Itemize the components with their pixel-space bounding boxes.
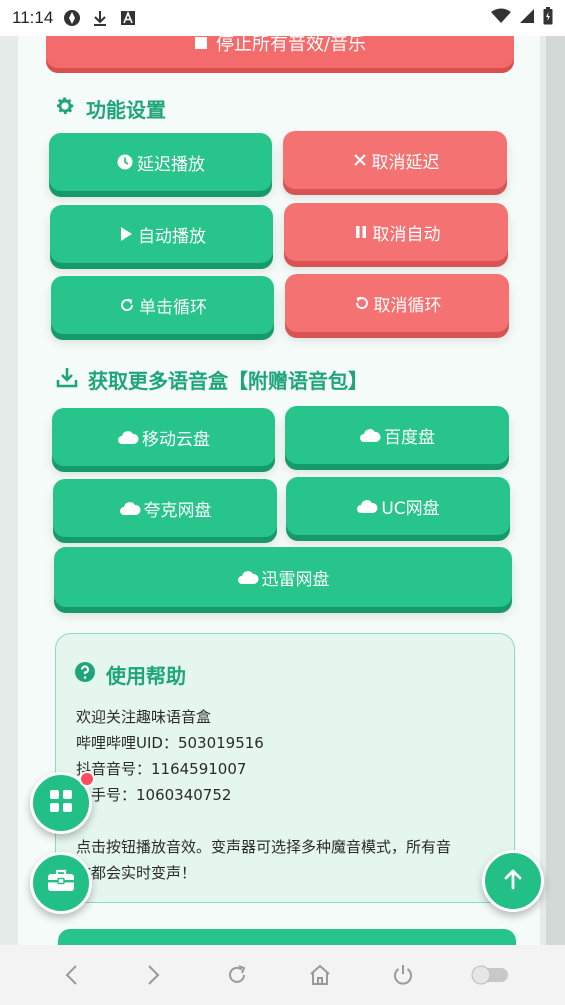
- toolbox-icon: [47, 869, 75, 897]
- download-status-icon: [91, 9, 109, 27]
- redo-icon: [118, 296, 136, 314]
- battery-icon: [543, 7, 553, 29]
- arrow-up-icon: [501, 867, 525, 895]
- home-button[interactable]: [304, 959, 336, 991]
- more-section-title: 获取更多语音盒【附赠语音包】: [56, 365, 368, 394]
- forward-button[interactable]: [138, 959, 170, 991]
- cloud-icon: [117, 428, 139, 446]
- cloud-icon: [119, 499, 141, 517]
- scroll-rail: [546, 36, 565, 945]
- signal-icon: [519, 8, 535, 28]
- uc-pan-button[interactable]: UC网盘: [286, 477, 510, 535]
- help-line: 抖音音号：1164591007: [76, 760, 247, 778]
- help-line: 效都会实时变声！: [76, 864, 197, 882]
- content-panel: 停止所有音效/音乐 功能设置 延迟播放 取消延迟 自动播放 取消自动 单击循环 …: [18, 36, 540, 945]
- quark-pan-button[interactable]: 夸克网盘: [53, 479, 277, 537]
- stop-icon: [194, 36, 208, 50]
- toggle-switch[interactable]: [470, 959, 510, 991]
- power-button[interactable]: [387, 959, 419, 991]
- stop-all-button[interactable]: 停止所有音效/音乐: [46, 36, 514, 68]
- scroll-top-fab[interactable]: [482, 850, 544, 912]
- delay-play-button[interactable]: 延迟播放: [49, 133, 272, 191]
- grid-icon: [48, 788, 74, 818]
- close-icon: [351, 151, 369, 169]
- help-line: 哔哩哔哩UID：503019516: [76, 734, 264, 752]
- gear-icon: [54, 95, 76, 122]
- toolbox-fab[interactable]: [30, 852, 92, 914]
- stop-all-label: 停止所有音效/音乐: [215, 36, 367, 55]
- app-status-icon: [63, 9, 81, 27]
- single-loop-button[interactable]: 单击循环: [51, 276, 274, 334]
- func-section-title: 功能设置: [54, 94, 166, 123]
- cancel-loop-button[interactable]: 取消循环: [285, 274, 509, 332]
- help-card: 使用帮助 欢迎关注趣味语音盒 哔哩哔哩UID：503019516 抖音音号：11…: [55, 633, 515, 903]
- help-title: 使用帮助: [74, 660, 186, 689]
- wifi-icon: [491, 8, 511, 28]
- help-line: 点击按钮播放音效。变声器可选择多种魔音模式，所有音: [76, 838, 452, 856]
- notification-badge: [79, 771, 95, 787]
- status-time: 11:14: [12, 8, 54, 27]
- browser-nav-bar: [0, 945, 565, 1005]
- cancel-delay-button[interactable]: 取消延迟: [283, 131, 507, 189]
- baidu-pan-button[interactable]: 百度盘: [285, 406, 509, 464]
- bottom-green-button[interactable]: [58, 929, 516, 945]
- cloud-icon: [356, 497, 378, 515]
- back-button[interactable]: [55, 959, 87, 991]
- clock-icon: [116, 153, 134, 171]
- help-line: 欢迎关注趣味语音盒: [76, 708, 212, 726]
- download-icon: [56, 366, 78, 393]
- help-line: 快手号：1060340752: [76, 786, 232, 804]
- cloud-icon: [237, 568, 259, 586]
- undo-icon: [353, 294, 371, 312]
- pause-icon: [352, 223, 370, 241]
- font-status-icon: [119, 9, 137, 27]
- play-icon: [117, 225, 135, 243]
- mobile-cloud-button[interactable]: 移动云盘: [52, 408, 275, 466]
- xunlei-pan-button[interactable]: 迅雷网盘: [54, 547, 512, 607]
- refresh-button[interactable]: [221, 959, 253, 991]
- auto-play-button[interactable]: 自动播放: [50, 205, 273, 263]
- question-icon: [74, 661, 96, 688]
- cancel-auto-button[interactable]: 取消自动: [284, 203, 508, 261]
- help-text: 欢迎关注趣味语音盒 哔哩哔哩UID：503019516 抖音音号：1164591…: [76, 704, 496, 886]
- cloud-icon: [359, 426, 381, 444]
- status-bar: 11:14: [0, 0, 565, 36]
- help-spacer: [76, 808, 496, 834]
